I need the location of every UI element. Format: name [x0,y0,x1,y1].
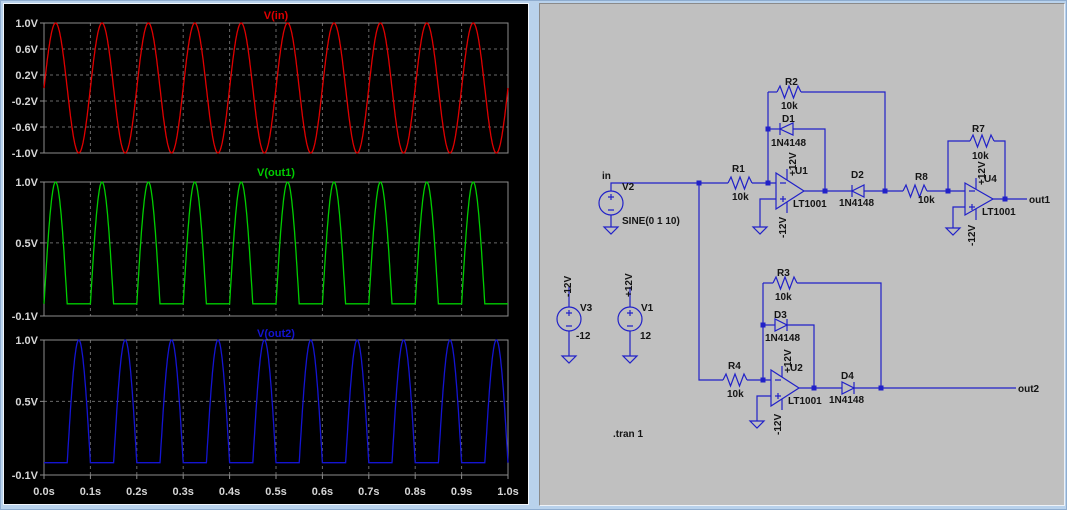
r8-value[interactable]: 10k [918,195,935,206]
u2-vplus-label[interactable]: +12V [783,349,794,373]
x-axis-tick-label: 0.3s [172,486,193,498]
x-axis-tick-label: 0.1s [80,486,101,498]
d1-name[interactable]: D1 [782,114,795,125]
r7-name[interactable]: R7 [972,124,985,135]
u1-vminus-label[interactable]: -12V [778,217,789,238]
y-axis-tick-label: 1.0V [15,177,38,189]
resistor-r2[interactable]: R2 10k [776,77,802,112]
u4-part[interactable]: LT1001 [982,207,1016,218]
x-axis-tick-label: 0.9s [451,486,472,498]
opamp-u1[interactable]: U1 LT1001 +12V -12V [775,152,827,238]
r8-name[interactable]: R8 [915,172,928,183]
y-axis-tick-label: -0.1V [12,311,39,323]
v1-name[interactable]: V1 [641,303,654,314]
net-label-in[interactable]: in [602,171,611,182]
x-axis-tick-label: 0.7s [358,486,379,498]
trace-label-vin[interactable]: V(in) [264,10,289,22]
r1-value[interactable]: 10k [732,192,749,203]
net-label-out1[interactable]: out1 [1029,195,1051,206]
y-axis-tick-label: -0.1V [12,470,39,482]
d4-name[interactable]: D4 [841,371,854,382]
v2-value[interactable]: SINE(0 1 10) [622,216,680,227]
r3-name[interactable]: R3 [777,268,790,279]
schematic-editor-pane[interactable]: V2 SINE(0 1 10) V3 -12 -12V V1 12 +12V R… [539,3,1065,506]
y-axis-tick-label: 0.6V [15,44,38,56]
d4-value[interactable]: 1N4148 [829,395,864,406]
y-axis-tick-label: 0.5V [15,238,38,250]
r4-name[interactable]: R4 [728,361,741,372]
y-axis-tick-label: -0.2V [12,96,39,108]
opamp-u4[interactable]: U4 LT1001 +12V -12V [964,161,1016,246]
y-axis-tick-label: -1.0V [12,148,39,160]
x-axis-tick-label: 0.6s [312,486,333,498]
u1-part[interactable]: LT1001 [793,199,827,210]
diode-d3[interactable]: D3 1N4148 [765,310,800,344]
v3-rail-label[interactable]: -12V [563,276,574,297]
d1-value[interactable]: 1N4148 [771,138,806,149]
y-axis-tick-label: 1.0V [15,335,38,347]
x-axis-tick-label: 0.4s [219,486,240,498]
r7-value[interactable]: 10k [972,151,989,162]
voltage-source-v3[interactable]: V3 -12 -12V [556,276,593,342]
x-axis-tick-label: 0.5s [265,486,286,498]
waveform-viewer-pane[interactable]: 1.0V 0.6V 0.2V -0.2V -0.6V -1.0V V(in) 1.0V 0.5V… [3,3,529,505]
v2-name[interactable]: V2 [622,182,635,193]
d3-name[interactable]: D3 [774,310,787,321]
spice-directive-tran[interactable]: .tran 1 [613,429,643,440]
x-axis-tick-label: 1.0s [497,486,518,498]
v1-value[interactable]: 12 [640,331,652,342]
y-axis-tick-label: 0.5V [15,396,38,408]
d3-value[interactable]: 1N4148 [765,333,800,344]
r2-name[interactable]: R2 [785,77,798,88]
r3-value[interactable]: 10k [775,292,792,303]
u4-vminus-label[interactable]: -12V [967,225,978,246]
net-label-out2[interactable]: out2 [1018,384,1040,395]
x-axis-tick-label: 0.0s [33,486,54,498]
u2-part[interactable]: LT1001 [788,396,822,407]
r1-name[interactable]: R1 [732,164,745,175]
trace-label-vout2[interactable]: V(out2) [257,328,295,340]
v1-rail-label[interactable]: +12V [624,273,635,297]
y-axis-tick-label: -0.6V [12,122,39,134]
r4-value[interactable]: 10k [727,389,744,400]
resistor-r1[interactable]: R1 10k [727,164,753,203]
waveform-plot[interactable]: 1.0V 0.6V 0.2V -0.2V -0.6V -1.0V V(in) 1.0V 0.5V… [4,4,528,504]
y-axis-tick-label: 1.0V [15,18,38,30]
v3-value[interactable]: -12 [576,331,591,342]
ltspice-window: 1.0V 0.6V 0.2V -0.2V -0.6V -1.0V V(in) 1.0V 0.5V… [0,0,1067,510]
d2-value[interactable]: 1N4148 [839,198,874,209]
schematic-canvas[interactable]: V2 SINE(0 1 10) V3 -12 -12V V1 12 +12V R… [540,4,1064,505]
resistor-r8[interactable]: R8 10k [902,172,935,206]
v3-name[interactable]: V3 [580,303,593,314]
diode-d2[interactable]: D2 1N4148 [839,170,874,209]
trace-label-vout1[interactable]: V(out1) [257,167,295,179]
u2-vminus-label[interactable]: -12V [773,414,784,435]
u4-vplus-label[interactable]: +12V [977,161,988,185]
resistor-r3[interactable]: R3 10k [772,268,798,303]
y-axis-tick-label: 0.2V [15,70,38,82]
x-axis-tick-label: 0.2s [126,486,147,498]
voltage-source-v1[interactable]: V1 12 +12V [617,273,654,342]
resistor-r7[interactable]: R7 10k [969,124,995,162]
diode-d1[interactable]: D1 1N4148 [771,114,806,149]
resistor-r4[interactable]: R4 10k [722,361,748,400]
r2-value[interactable]: 10k [781,101,798,112]
u1-vplus-label[interactable]: +12V [788,152,799,176]
x-axis-tick-label: 0.8s [404,486,425,498]
d2-name[interactable]: D2 [851,170,864,181]
